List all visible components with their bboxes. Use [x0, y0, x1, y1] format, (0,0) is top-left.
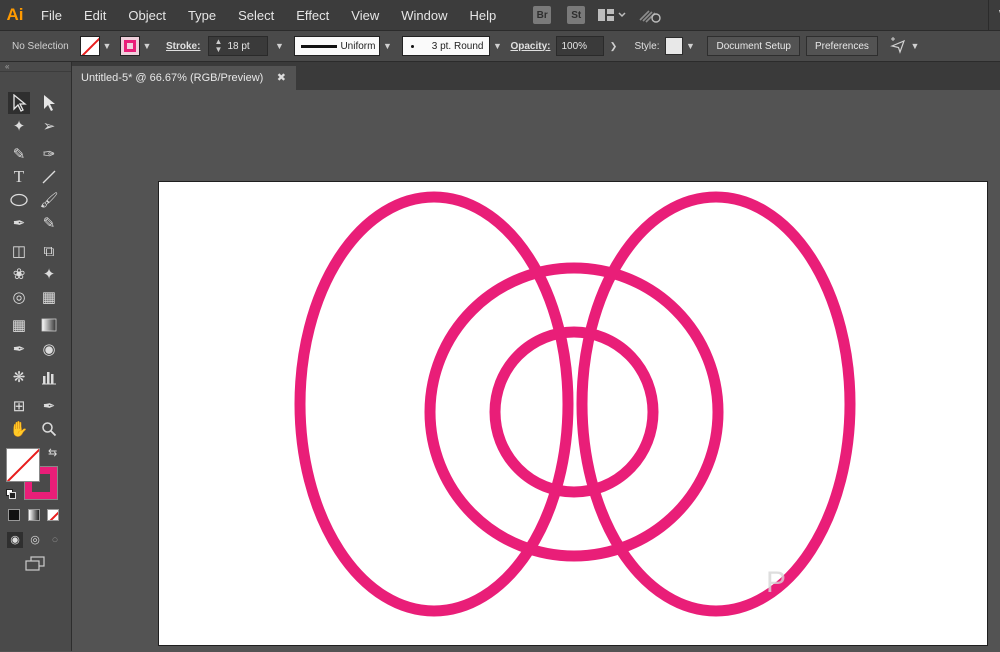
stroke-swatch[interactable]	[120, 36, 140, 56]
workspace-layout-icon[interactable]	[597, 6, 627, 24]
stroke-weight-dropdown-icon[interactable]: ▼	[272, 41, 286, 51]
style-label: Style:	[634, 40, 660, 52]
draw-inside-icon[interactable]: ○	[47, 532, 63, 548]
document-setup-button[interactable]: Document Setup	[707, 36, 800, 56]
menu-help[interactable]: Help	[458, 8, 507, 23]
opacity-arrow-icon[interactable]: ❯	[606, 41, 620, 52]
menu-file[interactable]: File	[30, 8, 73, 23]
variable-width-profile[interactable]: Uniform	[294, 36, 381, 56]
selection-tool-icon[interactable]	[8, 92, 30, 114]
stroke-weight-value[interactable]: 18 pt	[227, 41, 249, 52]
opacity-label[interactable]: Opacity:	[510, 41, 550, 52]
none-mode-icon[interactable]	[47, 509, 59, 521]
stroke-weight-field[interactable]: ▲ ▼ 18 pt	[208, 36, 269, 56]
brush-dropdown-icon[interactable]: ▼	[490, 41, 504, 51]
paintbrush-tool-icon[interactable]: 🖌	[38, 189, 60, 211]
shape-builder-tool-icon[interactable]: ◎	[8, 286, 30, 308]
pen-tool-icon[interactable]: ✎	[8, 143, 30, 165]
tools-panel: « ✦ ➢ ✎ ✑ T 🖌 ✒ ✎ ◫ ⧉ ❀ ✦ ◎ ▦ ▦ ✒ ◉ ❋ ⊞ …	[0, 62, 72, 651]
artboard[interactable]	[158, 181, 988, 646]
menu-view[interactable]: View	[340, 8, 390, 23]
menu-object[interactable]: Object	[117, 8, 177, 23]
brush-definition[interactable]: 3 pt. Round	[402, 36, 491, 56]
menu-select[interactable]: Select	[227, 8, 285, 23]
workspace-switcher-label[interactable]: W	[988, 0, 1000, 30]
brush-dot-icon	[411, 45, 415, 48]
spinner-arrows-icon[interactable]: ▲ ▼	[213, 38, 223, 54]
app-logo: Ai	[6, 5, 24, 24]
artboard-tool-icon[interactable]: ⊞	[8, 395, 30, 417]
opacity-value[interactable]: 100%	[561, 41, 587, 52]
blend-tool-icon[interactable]: ◉	[38, 338, 60, 360]
screen-mode-icon[interactable]	[24, 556, 46, 572]
lasso-tool-icon[interactable]: ➢	[38, 115, 60, 137]
bridge-icon[interactable]: Br	[533, 6, 552, 24]
gpu-performance-icon[interactable]	[637, 6, 665, 24]
arrange-documents-icon[interactable]	[889, 37, 908, 55]
profile-value: Uniform	[340, 40, 376, 52]
stock-icon[interactable]: St	[567, 6, 586, 24]
profile-dropdown-icon[interactable]: ▼	[380, 41, 394, 51]
eyedropper-tool-icon[interactable]: ✒	[8, 338, 30, 360]
zoom-tool-icon[interactable]	[38, 418, 60, 440]
preferences-button[interactable]: Preferences	[805, 36, 878, 56]
control-bar: No Selection ▼ ▼ Stroke: ▲ ▼ 18 pt ▼ Unif…	[0, 30, 1000, 62]
fill-swatch[interactable]	[80, 36, 100, 56]
column-graph-tool-icon[interactable]	[38, 366, 60, 388]
perspective-grid-tool-icon[interactable]: ▦	[38, 286, 60, 308]
opacity-field[interactable]: 100%	[556, 36, 605, 56]
line-segment-tool-icon[interactable]	[38, 166, 60, 188]
fill-dropdown-icon[interactable]: ▼	[100, 41, 114, 51]
direct-selection-tool-icon[interactable]	[38, 92, 60, 114]
hand-tool-icon[interactable]: ✋	[8, 418, 30, 440]
menu-window[interactable]: Window	[390, 8, 458, 23]
document-tab[interactable]: Untitled-5* @ 66.67% (RGB/Preview) ✖	[72, 66, 296, 90]
mesh-tool-icon[interactable]: ▦	[8, 314, 30, 336]
stroke-label[interactable]: Stroke:	[166, 41, 200, 52]
draw-normal-icon[interactable]: ◉	[7, 532, 23, 548]
gradient-tool-icon[interactable]	[38, 314, 60, 336]
brush-value: 3 pt. Round	[431, 40, 484, 52]
type-tool-icon[interactable]: T	[8, 166, 30, 188]
menu-effect[interactable]: Effect	[285, 8, 340, 23]
eraser-tool-icon[interactable]: ✎	[38, 212, 60, 234]
inner-circle[interactable]	[489, 326, 659, 498]
puppet-warp-tool-icon[interactable]: ❀	[8, 263, 30, 285]
middle-circle[interactable]	[424, 262, 724, 562]
panel-collapse-icon[interactable]: «	[0, 62, 71, 72]
slice-tool-icon[interactable]: ✒	[38, 395, 60, 417]
swap-fill-stroke-icon[interactable]: ⇆	[48, 446, 57, 459]
gradient-mode-icon[interactable]	[28, 509, 40, 521]
menu-edit[interactable]: Edit	[73, 8, 117, 23]
fill-color-box[interactable]	[6, 448, 40, 482]
style-swatch[interactable]	[665, 37, 684, 55]
pin-tool-icon[interactable]: ✦	[38, 263, 60, 285]
style-dropdown-icon[interactable]: ▼	[683, 41, 697, 51]
magic-wand-tool-icon[interactable]: ✦	[8, 115, 30, 137]
curvature-tool-icon[interactable]: ✑	[38, 143, 60, 165]
menu-bar: Ai File Edit Object Type Select Effect V…	[0, 0, 1000, 30]
menu-type[interactable]: Type	[177, 8, 227, 23]
artwork	[294, 191, 856, 617]
shaper-tool-icon[interactable]: ✒	[8, 212, 30, 234]
close-tab-icon[interactable]: ✖	[277, 71, 286, 84]
reflect-tool-icon[interactable]: ◫	[8, 240, 30, 262]
arrange-dropdown-icon[interactable]: ▼	[908, 41, 922, 51]
selection-status: No Selection	[12, 40, 69, 52]
scale-tool-icon[interactable]: ⧉	[38, 240, 60, 262]
default-fill-stroke-icon[interactable]	[6, 486, 16, 499]
stroke-dropdown-icon[interactable]: ▼	[140, 41, 154, 51]
symbol-sprayer-tool-icon[interactable]: ❋	[8, 366, 30, 388]
ellipse-tool-icon[interactable]	[8, 189, 30, 211]
document-tab-bar: Untitled-5* @ 66.67% (RGB/Preview) ✖	[72, 62, 1000, 90]
draw-behind-icon[interactable]: ◎	[27, 532, 43, 548]
document-tab-title[interactable]: Untitled-5* @ 66.67% (RGB/Preview)	[81, 72, 263, 84]
watermark-logo: P	[766, 566, 787, 599]
profile-line-icon	[301, 45, 338, 48]
color-mode-icon[interactable]	[8, 509, 20, 521]
